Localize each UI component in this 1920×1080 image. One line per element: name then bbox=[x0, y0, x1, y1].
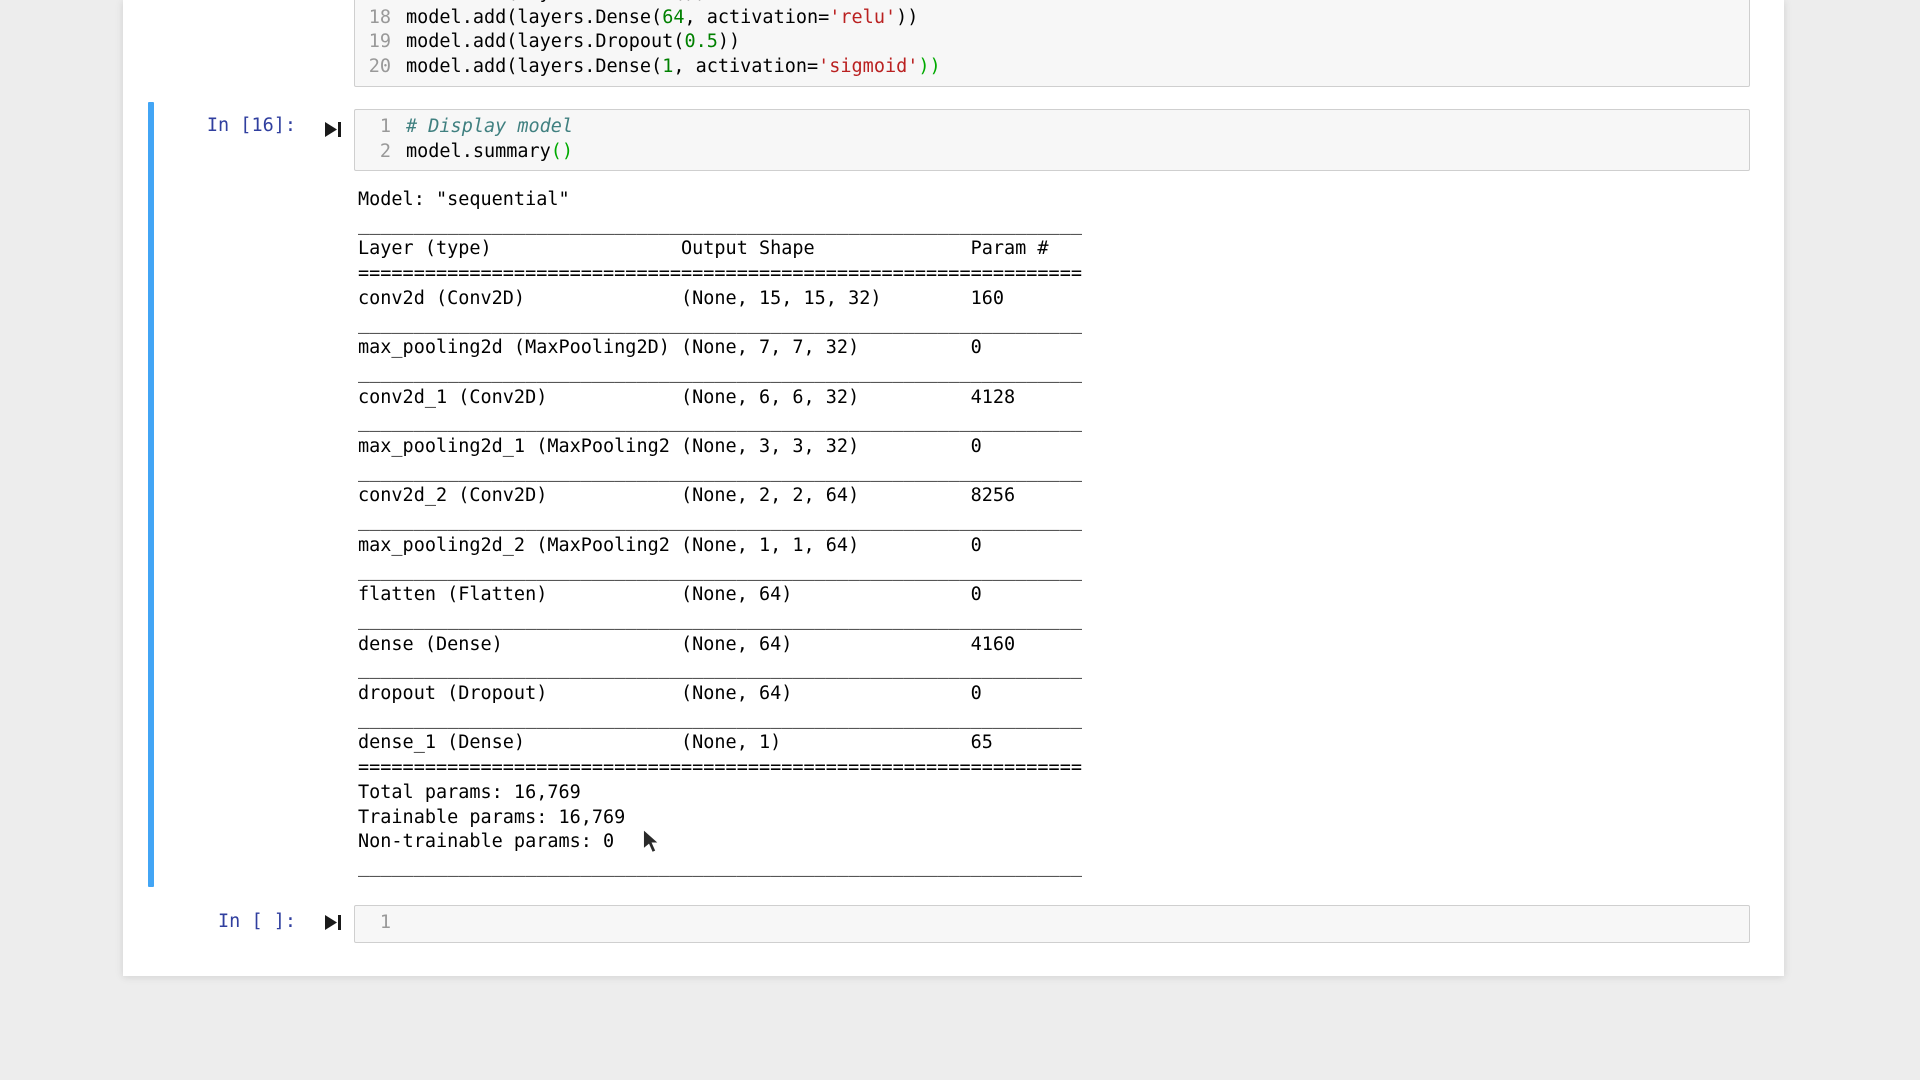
line-number: 20 bbox=[355, 55, 391, 80]
code-text bbox=[391, 911, 406, 936]
run-cell-icon[interactable] bbox=[324, 914, 342, 931]
code-input-area-partial[interactable]: 17model.add(layers.Flatten())18model.add… bbox=[354, 0, 1750, 87]
code-text: # Display model bbox=[391, 115, 573, 140]
line-number: 18 bbox=[355, 6, 391, 31]
code-line: 2model.summary() bbox=[355, 140, 1749, 165]
input-prompt-empty: In [ ]: bbox=[123, 910, 296, 935]
code-line: 1 bbox=[355, 911, 1749, 936]
code-line: 1# Display model bbox=[355, 115, 1749, 140]
line-number: 1 bbox=[355, 115, 391, 140]
run-cell-icon[interactable] bbox=[324, 121, 342, 138]
selected-cell-indicator bbox=[148, 102, 154, 887]
line-number: 19 bbox=[355, 30, 391, 55]
code-line: 20model.add(layers.Dense(1, activation='… bbox=[355, 55, 1749, 80]
code-text: model.add(layers.Dense(1, activation='si… bbox=[391, 55, 941, 80]
code-input-area-empty[interactable]: 1 bbox=[354, 905, 1750, 943]
output-area: Model: "sequential" ____________________… bbox=[358, 188, 1082, 880]
line-number: 1 bbox=[355, 911, 391, 936]
code-input-area-16[interactable]: 1# Display model2model.summary() bbox=[354, 109, 1750, 171]
line-number: 2 bbox=[355, 140, 391, 165]
code-line: 19model.add(layers.Dropout(0.5)) bbox=[355, 30, 1749, 55]
code-text: model.add(layers.Dropout(0.5)) bbox=[391, 30, 740, 55]
code-text: model.add(layers.Dense(64, activation='r… bbox=[391, 6, 918, 31]
code-text: model.summary() bbox=[391, 140, 573, 165]
notebook-container: 17model.add(layers.Flatten())18model.add… bbox=[123, 0, 1784, 976]
code-line: 18model.add(layers.Dense(64, activation=… bbox=[355, 6, 1749, 31]
input-prompt: In [16]: bbox=[123, 114, 296, 139]
